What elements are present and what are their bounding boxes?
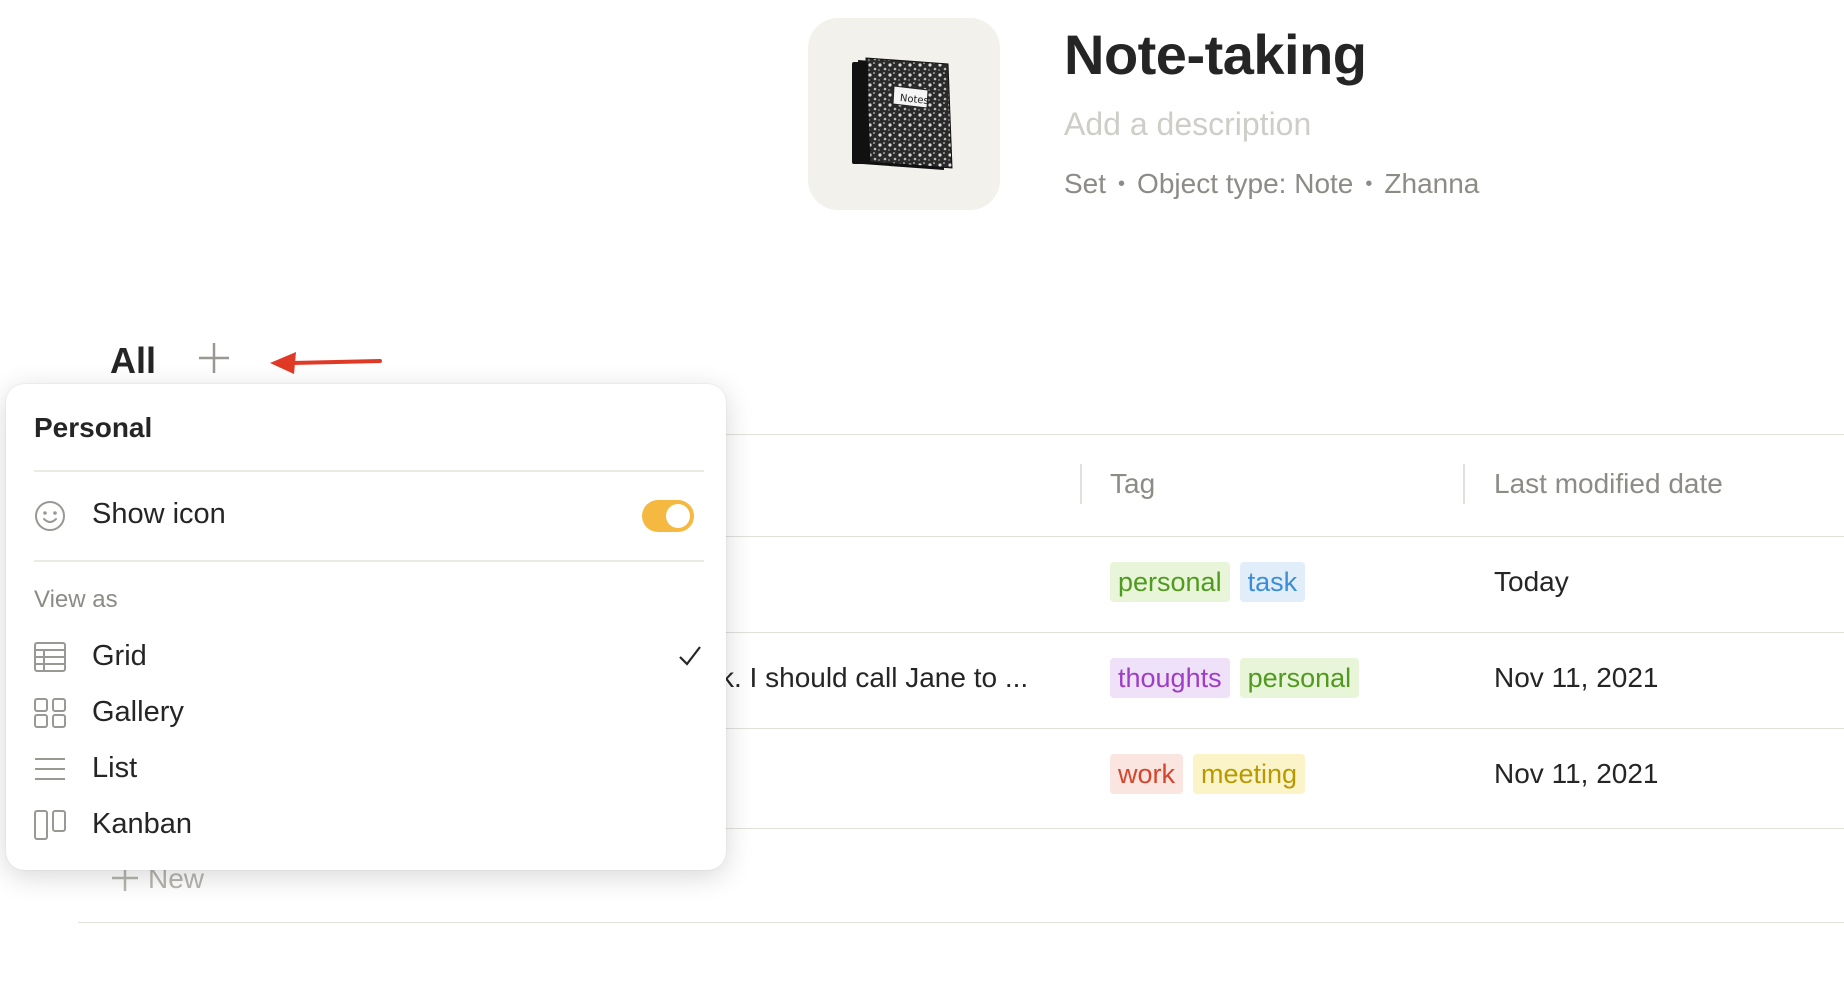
tag-personal: personal <box>1110 562 1230 602</box>
plus-icon <box>199 343 229 373</box>
view-option-kanban[interactable]: Kanban <box>34 804 704 848</box>
view-option-label: List <box>92 752 138 784</box>
column-divider[interactable] <box>1463 464 1465 504</box>
table-row[interactable]: k. I should call Jane to ... thoughts per… <box>620 634 1844 728</box>
grid-icon <box>34 642 66 672</box>
date-cell: Nov 11, 2021 <box>1494 662 1659 693</box>
page-title: Note-taking <box>1064 23 1367 86</box>
table-top-border <box>620 434 1844 435</box>
show-icon-toggle[interactable] <box>642 500 694 532</box>
view-option-grid[interactable]: Grid <box>34 636 704 680</box>
gallery-icon <box>34 698 66 728</box>
description-input[interactable]: Add a description <box>1064 106 1311 143</box>
set-icon[interactable]: Notes <box>808 18 1000 210</box>
view-settings-popup: Personal Show icon View as Grid Gallery … <box>6 384 726 870</box>
divider <box>34 560 704 562</box>
tag-personal: personal <box>1239 658 1360 698</box>
view-option-label: Kanban <box>92 808 192 840</box>
meta-set: Set <box>1064 168 1107 199</box>
add-view-button[interactable] <box>196 340 232 376</box>
view-option-list[interactable]: List <box>34 748 704 792</box>
date-cell: Nov 11, 2021 <box>1494 758 1659 789</box>
view-as-label: View as <box>34 586 118 613</box>
list-icon <box>35 758 65 780</box>
notebook-icon: Notes <box>852 57 953 170</box>
date-cell: Today <box>1494 566 1569 597</box>
table-header-border <box>620 536 1844 537</box>
view-name[interactable]: Personal <box>34 412 152 444</box>
row-border <box>620 828 1844 829</box>
view-option-gallery[interactable]: Gallery <box>34 692 704 736</box>
tag-task: task <box>1239 562 1306 602</box>
tab-all[interactable]: All <box>110 340 156 382</box>
column-divider[interactable] <box>1080 464 1082 504</box>
kanban-icon <box>34 810 66 840</box>
checkmark-icon <box>679 646 701 666</box>
table-row[interactable]: work meeting Nov 11, 2021 <box>620 730 1844 824</box>
meta-line: Set • Object type: Note • Zhanna <box>1064 168 1479 200</box>
row-border <box>620 728 1844 729</box>
tag-cell[interactable]: personal task <box>1110 562 1315 602</box>
show-icon-row[interactable]: Show icon <box>34 496 704 536</box>
table-bottom-border <box>78 922 1844 923</box>
view-option-label: Grid <box>92 640 147 672</box>
view-option-label: Gallery <box>92 696 184 728</box>
meta-separator: • <box>1118 173 1126 195</box>
smiley-icon <box>35 501 65 531</box>
name-cell[interactable]: k. I should call Jane to ... <box>720 662 1028 694</box>
meta-author[interactable]: Zhanna <box>1384 168 1479 199</box>
annotation-arrow <box>268 348 384 383</box>
tag-work: work <box>1110 754 1184 794</box>
row-border <box>620 632 1844 633</box>
column-header-last-modified[interactable]: Last modified date <box>1494 468 1723 500</box>
tag-thoughts: thoughts <box>1110 658 1230 698</box>
meta-object-type[interactable]: Object type: Note <box>1137 168 1353 199</box>
tag-cell[interactable]: thoughts personal <box>1110 658 1369 698</box>
tag-cell[interactable]: work meeting <box>1110 754 1315 794</box>
tag-meeting: meeting <box>1193 754 1306 794</box>
toggle-knob <box>666 504 690 528</box>
divider <box>34 470 704 472</box>
column-header-tag[interactable]: Tag <box>1110 468 1155 500</box>
table-row[interactable]: personal task Today <box>620 538 1844 632</box>
show-icon-label: Show icon <box>92 498 226 530</box>
meta-separator: • <box>1365 173 1373 195</box>
